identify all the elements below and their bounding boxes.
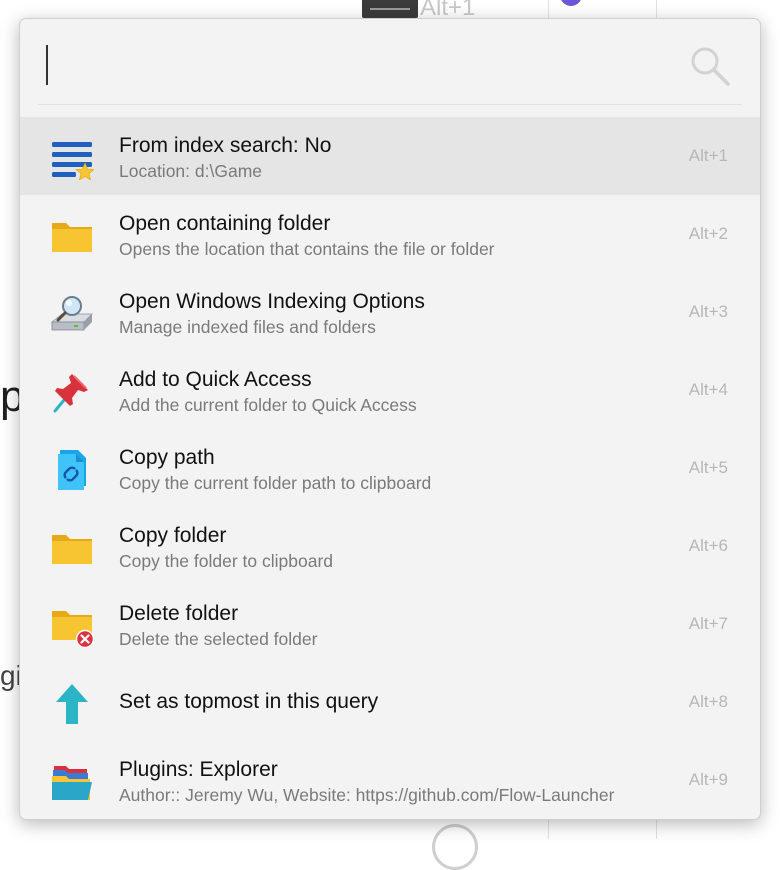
background-tab (362, 0, 418, 18)
result-subtitle: Manage indexed files and folders (119, 317, 376, 337)
search-icon[interactable] (688, 44, 732, 88)
result-item-copy-path[interactable]: Copy path Copy the current folder path t… (20, 429, 760, 507)
explorer-folders-icon (50, 760, 94, 804)
result-item-open-windows-indexing-options[interactable]: Open Windows Indexing Options Manage ind… (20, 273, 760, 351)
result-item-from-index-search[interactable]: From index search: No Location: d:\Game … (20, 117, 760, 195)
result-title: Copy path (119, 446, 215, 469)
result-hotkey: Alt+3 (688, 302, 728, 321)
delete-folder-icon (50, 604, 94, 648)
pin-icon (50, 370, 94, 414)
result-hotkey: Alt+4 (688, 380, 728, 399)
arrow-up-icon (50, 682, 94, 726)
result-subtitle: Location: d:\Game (119, 161, 262, 181)
result-title: Plugins: Explorer (119, 758, 278, 781)
result-title: From index search: No (119, 134, 332, 157)
result-title: Open Windows Indexing Options (119, 290, 425, 313)
folder-icon (50, 526, 94, 570)
result-title: Copy folder (119, 524, 227, 547)
query-bar (20, 19, 760, 105)
result-item-add-to-quick-access[interactable]: Add to Quick Access Add the current fold… (20, 351, 760, 429)
result-hotkey: Alt+9 (688, 770, 728, 789)
background-circle (432, 824, 478, 870)
result-item-set-as-topmost[interactable]: Set as topmost in this query Alt+8 (20, 663, 760, 741)
result-item-delete-folder[interactable]: Delete folder Delete the selected folder… (20, 585, 760, 663)
result-subtitle: Delete the selected folder (119, 629, 318, 649)
result-list: From index search: No Location: d:\Game … (20, 117, 760, 819)
query-divider (38, 104, 742, 105)
copy-path-icon (50, 448, 94, 492)
result-subtitle: Author:: Jeremy Wu, Website: https://git… (119, 785, 615, 805)
text-caret (46, 45, 48, 85)
result-hotkey: Alt+6 (688, 536, 728, 555)
indexing-drive-icon (50, 292, 94, 336)
result-title: Delete folder (119, 602, 239, 625)
background-avatar (560, 0, 582, 6)
query-input[interactable] (42, 43, 662, 85)
index-list-star-icon (50, 136, 94, 180)
result-item-open-containing-folder[interactable]: Open containing folder Opens the locatio… (20, 195, 760, 273)
result-item-copy-folder[interactable]: Copy folder Copy the folder to clipboard… (20, 507, 760, 585)
result-hotkey: Alt+5 (688, 458, 728, 477)
result-hotkey: Alt+8 (688, 692, 728, 711)
result-title: Open containing folder (119, 212, 331, 235)
result-hotkey: Alt+2 (688, 224, 728, 243)
result-subtitle: Add the current folder to Quick Access (119, 395, 417, 415)
result-title: Add to Quick Access (119, 368, 312, 391)
folder-icon (50, 214, 94, 258)
result-hotkey: Alt+1 (688, 146, 728, 165)
result-title: Set as topmost in this query (119, 690, 379, 713)
result-subtitle: Copy the folder to clipboard (119, 551, 334, 571)
result-hotkey: Alt+7 (688, 614, 728, 633)
result-subtitle: Opens the location that contains the fil… (119, 239, 495, 259)
result-item-plugins-explorer[interactable]: Plugins: Explorer Author:: Jeremy Wu, We… (20, 741, 760, 819)
launcher-window: From index search: No Location: d:\Game … (19, 18, 761, 820)
result-subtitle: Copy the current folder path to clipboar… (119, 473, 432, 493)
